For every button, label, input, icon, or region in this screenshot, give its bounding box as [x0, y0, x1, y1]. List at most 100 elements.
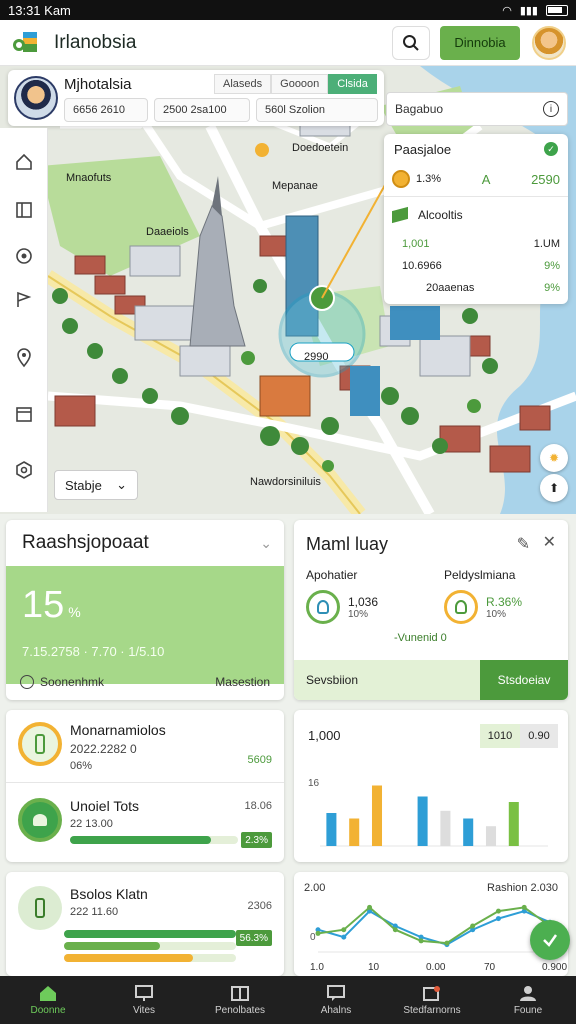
nav-label: Ahalns [320, 1005, 352, 1016]
bar-mark [326, 813, 337, 846]
pin-tool-icon[interactable] [12, 346, 36, 370]
detail-row3-a: 10.6966 [402, 260, 442, 272]
calendar-tool-icon[interactable] [12, 402, 36, 426]
list-item-title: Monarnamiolos [70, 722, 166, 738]
data-point [495, 916, 501, 922]
progress-bar [64, 954, 236, 962]
chevron-down-icon[interactable]: ⌄ [260, 535, 272, 552]
x-tick-label: 10 [368, 962, 380, 973]
mail-col1-ring [306, 590, 340, 624]
search-button[interactable] [392, 25, 430, 60]
reach-foot-right[interactable]: Masestion [215, 675, 270, 689]
progress-list-card: Bsolos Klatn 222 11.60 2306 56.3% [6, 872, 284, 976]
map-pin-label: 2990 [304, 351, 329, 363]
home-tool-icon[interactable] [12, 150, 36, 174]
progress-bar [64, 942, 236, 950]
floating-action-button[interactable] [530, 920, 570, 960]
reach-title: Raashsjopoaat [22, 532, 149, 553]
filter-field-3[interactable]: 560l Szolion [256, 98, 378, 122]
nav-item-profile[interactable]: Foune [480, 976, 576, 1024]
nav-item-alerts[interactable]: Ahalns [288, 976, 384, 1024]
progress-fill [64, 942, 161, 950]
reach-value: 15 [22, 584, 65, 626]
data-point [444, 940, 450, 946]
detail-row4-b: 9% [544, 282, 560, 294]
close-icon[interactable]: ✕ [543, 532, 556, 552]
nav-item-views[interactable]: Vites [96, 976, 192, 1024]
line-chart: 1.0 10 0.00 70 0.900 [310, 904, 567, 973]
info-icon[interactable]: i [543, 101, 559, 117]
data-point [521, 904, 527, 910]
status-bar: 13:31 Kam ◠ ▮▮▮ [0, 0, 576, 20]
settings-tool-icon[interactable] [12, 458, 36, 482]
reach-card[interactable]: Raashsjopoaat ⌄ 15% 7.15.2758 · 7.70 · 1… [6, 520, 284, 700]
mail-col2-title: Peldyslmiana [444, 568, 516, 582]
tab-goooon[interactable]: Goooon [271, 74, 329, 94]
bar-mark [463, 818, 474, 846]
detail-row3-b: 9% [544, 260, 560, 272]
user-icon [317, 600, 329, 614]
mail-col1-value: 1,036 [348, 594, 379, 609]
layers-tool-icon[interactable] [12, 198, 36, 222]
profile-name: Mjhotalsia [64, 76, 132, 93]
grid-icon [231, 986, 249, 1001]
compass-icon[interactable]: ⬆ [540, 474, 568, 502]
filter-field-2[interactable]: 2500 2sa100 [154, 98, 250, 122]
bottom-navigation: Doonne Vites Penolbates Ahalns Stedfarno… [0, 976, 576, 1024]
mail-action-button[interactable]: Stsdoeiav [480, 660, 568, 700]
edit-icon[interactable]: ✎ [517, 534, 530, 554]
data-point [341, 927, 347, 933]
map-tabs: Alaseds Goooon Clsida [214, 74, 377, 94]
detail-row2-a: 1,001 [402, 238, 430, 250]
flag-tool-icon[interactable] [12, 288, 36, 312]
check-circle-icon [20, 675, 34, 689]
x-tick-label: 0.00 [426, 962, 446, 973]
list-item-title: Unoiel Tots [70, 798, 140, 814]
list-item-sub: 2022.2282 0 [70, 742, 137, 756]
user-icon [455, 600, 467, 614]
tab-clsida[interactable]: Clsida [328, 74, 377, 94]
nav-item-stats[interactable]: Stedfarnorns [384, 976, 480, 1024]
reach-sub: 7.15.2758 · 7.70 · 1/5.10 [22, 644, 165, 659]
user-avatar[interactable] [532, 25, 566, 60]
person-icon [18, 798, 62, 842]
bar-mark [371, 785, 383, 846]
map-style-select[interactable]: Stabje ⌄ [54, 470, 138, 500]
list-item-value: 18.06 [244, 800, 272, 812]
profile-avatar[interactable] [14, 76, 58, 120]
detail-title: Paasjaloe [394, 142, 452, 157]
stats-icon [423, 986, 440, 1001]
nav-item-plans[interactable]: Penolbates [192, 976, 288, 1024]
primary-action-button[interactable]: Dinnobia [440, 25, 520, 60]
app-logo-icon [10, 28, 44, 58]
x-tick-label: 0.900 [542, 962, 567, 973]
map-search-field[interactable]: Bagabuo i [386, 92, 568, 126]
line-chart-card: 2.00 Rashion 2.030 0 1.0 10 0.00 70 0.900 [294, 872, 568, 976]
app-header: Irlanobsia Dinnobia [0, 20, 576, 66]
sun-icon[interactable]: ✹ [540, 444, 568, 472]
detail-row1-a: 1.3% [416, 173, 442, 185]
map-label: Doedoetein [292, 142, 349, 154]
location-detail-card[interactable]: Paasjaloe ✓ 1.3% A 2590 Alcooltis 1,001 … [384, 134, 568, 304]
tab-alaseds[interactable]: Alaseds [214, 74, 272, 94]
status-badge: 56.3% [235, 930, 272, 946]
person-icon [520, 986, 536, 1001]
filter-field-1[interactable]: 6656 2610 [64, 98, 148, 122]
wifi-icon: ◠ [502, 4, 512, 17]
mail-card[interactable]: Maml luay ✎ ✕ Apohatier 1,036 10% Peldysl… [294, 520, 568, 700]
x-tick-label: 1.0 [310, 962, 324, 973]
check-icon: ✓ [544, 142, 558, 156]
detail-subtitle: Alcooltis [418, 208, 463, 222]
nav-label: Vites [132, 1005, 156, 1016]
monitor-icon [135, 985, 153, 1001]
message-icon [327, 985, 345, 1001]
target-tool-icon[interactable] [12, 244, 36, 268]
list-item[interactable]: Monarnamiolos 2022.2282 0 06% 5609 [14, 714, 276, 778]
nav-item-home[interactable]: Doonne [0, 976, 96, 1024]
mail-col2-ring [444, 590, 478, 624]
map-style-value: Stabje [65, 477, 102, 493]
list-item[interactable]: Unoiel Tots 22 13.00 18.06 2.3% [14, 790, 276, 854]
nav-label: Foune [513, 1005, 543, 1016]
mail-center-note: -Vunenid 0 [394, 632, 447, 644]
divider [6, 782, 284, 783]
